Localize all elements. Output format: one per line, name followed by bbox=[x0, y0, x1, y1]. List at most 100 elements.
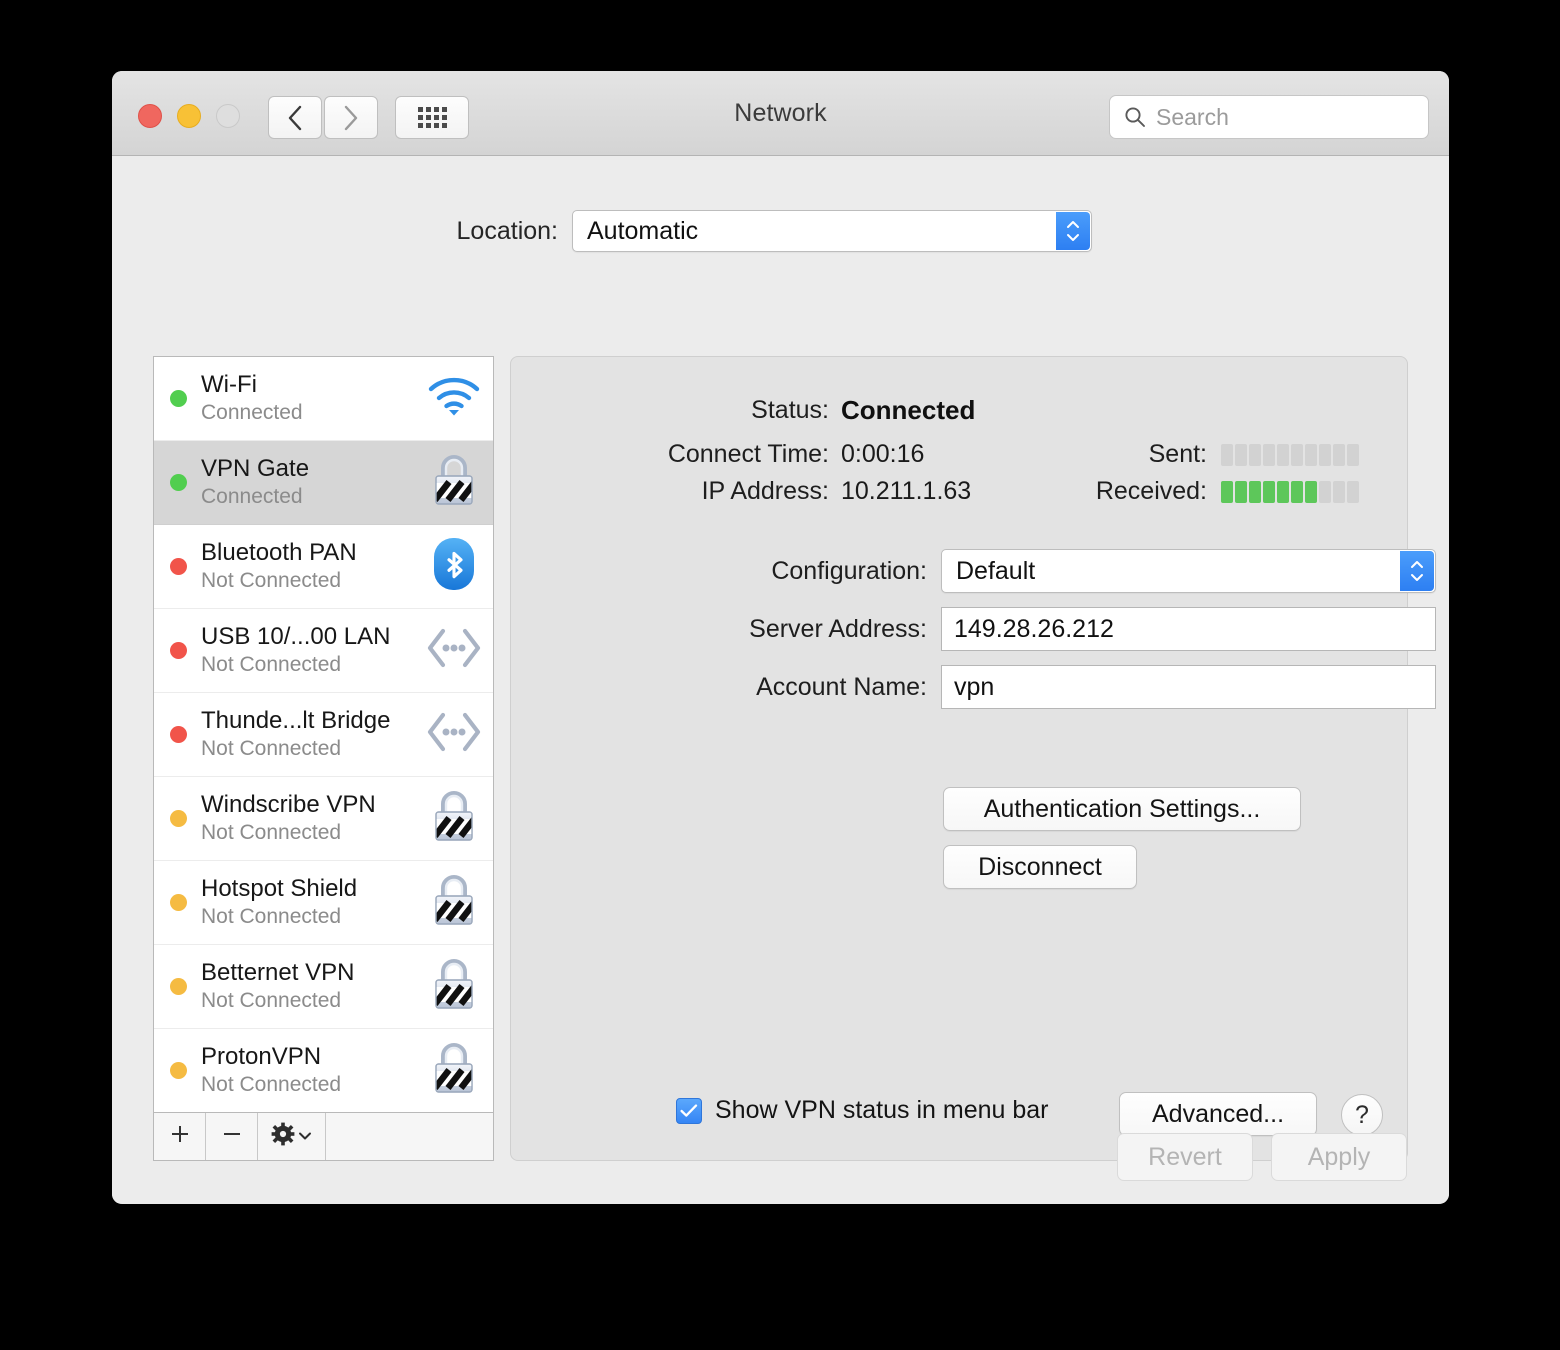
account-name-input[interactable]: vpn bbox=[941, 665, 1436, 709]
vpn-lock-icon bbox=[429, 1040, 479, 1101]
status-row: Status: Connected bbox=[511, 395, 975, 426]
service-status: Not Connected bbox=[201, 652, 427, 677]
service-name: Betternet VPN bbox=[201, 960, 427, 987]
apply-button[interactable]: Apply bbox=[1271, 1133, 1407, 1181]
configuration-popup-button[interactable]: Default bbox=[941, 549, 1436, 593]
chevron-updown-icon bbox=[1400, 551, 1434, 591]
minus-icon bbox=[221, 1123, 243, 1150]
chevron-updown-icon bbox=[1056, 212, 1090, 250]
status-indicator-dot bbox=[170, 978, 187, 995]
wifi-icon bbox=[428, 375, 480, 422]
account-name-row: Account Name: vpn bbox=[511, 665, 1436, 709]
vpn-lock-icon bbox=[429, 788, 479, 849]
meter-segment bbox=[1347, 481, 1359, 503]
detail-bottom-row: Show VPN status in menu bar Advanced... … bbox=[511, 1092, 1407, 1138]
service-labels: Thunde...lt BridgeNot Connected bbox=[201, 708, 427, 761]
service-list-item[interactable]: ProtonVPNNot Connected bbox=[154, 1029, 493, 1112]
service-status: Not Connected bbox=[201, 988, 427, 1013]
help-button[interactable]: ? bbox=[1341, 1094, 1383, 1136]
authentication-settings-button[interactable]: Authentication Settings... bbox=[943, 787, 1301, 831]
meter-segment bbox=[1291, 481, 1303, 503]
remove-service-button[interactable] bbox=[206, 1113, 258, 1160]
configuration-row: Configuration: Default bbox=[511, 549, 1436, 593]
meter-segment bbox=[1277, 444, 1289, 466]
meter-segment bbox=[1263, 444, 1275, 466]
service-status: Not Connected bbox=[201, 568, 427, 593]
service-list-item[interactable]: Bluetooth PANNot Connected bbox=[154, 525, 493, 609]
received-label: Received: bbox=[1041, 477, 1221, 506]
ip-address-label: IP Address: bbox=[511, 477, 841, 506]
meter-segment bbox=[1319, 481, 1331, 503]
service-list-item[interactable]: USB 10/...00 LANNot Connected bbox=[154, 609, 493, 693]
service-list-item[interactable]: Windscribe VPNNot Connected bbox=[154, 777, 493, 861]
service-status: Not Connected bbox=[201, 820, 427, 845]
location-popup-button[interactable]: Automatic bbox=[572, 210, 1092, 252]
service-name: ProtonVPN bbox=[201, 1044, 427, 1071]
service-icon bbox=[427, 789, 481, 849]
service-icon bbox=[427, 369, 481, 429]
sent-activity-meter bbox=[1221, 444, 1359, 466]
received-meter-row: Received: bbox=[1041, 477, 1359, 506]
service-list-item[interactable]: Wi-FiConnected bbox=[154, 357, 493, 441]
window-body: Location: Automatic Wi-FiConnected VPN Ga… bbox=[112, 156, 1449, 1203]
sidebar-toolbar bbox=[154, 1112, 493, 1160]
search-field[interactable]: Search bbox=[1109, 95, 1429, 139]
service-labels: USB 10/...00 LANNot Connected bbox=[201, 624, 427, 677]
service-icon bbox=[427, 621, 481, 681]
status-indicator-dot bbox=[170, 558, 187, 575]
status-indicator-dot bbox=[170, 1062, 187, 1079]
meter-segment bbox=[1235, 481, 1247, 503]
server-address-label: Server Address: bbox=[511, 615, 941, 644]
service-labels: Hotspot ShieldNot Connected bbox=[201, 876, 427, 929]
vpn-lock-icon bbox=[429, 452, 479, 513]
show-vpn-status-label: Show VPN status in menu bar bbox=[715, 1096, 1049, 1125]
account-name-label: Account Name: bbox=[511, 673, 941, 702]
meter-segment bbox=[1249, 481, 1261, 503]
network-services-list[interactable]: Wi-FiConnectedVPN GateConnectedBluetooth… bbox=[154, 357, 493, 1112]
server-address-input[interactable]: 149.28.26.212 bbox=[941, 607, 1436, 651]
service-icon bbox=[427, 873, 481, 933]
location-label: Location: bbox=[112, 217, 572, 246]
status-indicator-dot bbox=[170, 810, 187, 827]
service-name: VPN Gate bbox=[201, 456, 427, 483]
vpn-lock-icon bbox=[429, 872, 479, 933]
service-list-item[interactable]: VPN GateConnected bbox=[154, 441, 493, 525]
checkmark-icon bbox=[680, 1104, 698, 1118]
disconnect-button[interactable]: Disconnect bbox=[943, 845, 1137, 889]
service-labels: Betternet VPNNot Connected bbox=[201, 960, 427, 1013]
checkbox-box bbox=[676, 1098, 702, 1124]
revert-button[interactable]: Revert bbox=[1117, 1133, 1253, 1181]
service-name: Thunde...lt Bridge bbox=[201, 708, 427, 735]
service-status: Not Connected bbox=[201, 1072, 427, 1097]
show-vpn-status-checkbox[interactable]: Show VPN status in menu bar bbox=[676, 1096, 1049, 1125]
sent-label: Sent: bbox=[1041, 440, 1221, 469]
meter-segment bbox=[1221, 444, 1233, 466]
service-status: Not Connected bbox=[201, 904, 427, 929]
service-actions-button[interactable] bbox=[258, 1113, 326, 1160]
service-labels: Wi-FiConnected bbox=[201, 372, 427, 425]
meter-segment bbox=[1333, 444, 1345, 466]
service-icon bbox=[427, 537, 481, 597]
service-icon bbox=[427, 705, 481, 765]
ip-address-row: IP Address: 10.211.1.63 bbox=[511, 477, 971, 506]
service-name: Hotspot Shield bbox=[201, 876, 427, 903]
ip-address-value: 10.211.1.63 bbox=[841, 477, 971, 506]
search-icon bbox=[1124, 106, 1146, 128]
status-indicator-dot bbox=[170, 474, 187, 491]
service-list-item[interactable]: Hotspot ShieldNot Connected bbox=[154, 861, 493, 945]
service-list-item[interactable]: Thunde...lt BridgeNot Connected bbox=[154, 693, 493, 777]
meter-segment bbox=[1305, 481, 1317, 503]
advanced-button[interactable]: Advanced... bbox=[1119, 1092, 1317, 1136]
ethernet-icon bbox=[426, 626, 482, 675]
window-titlebar: Network Search bbox=[112, 71, 1449, 156]
service-name: Bluetooth PAN bbox=[201, 540, 427, 567]
service-list-item[interactable]: Betternet VPNNot Connected bbox=[154, 945, 493, 1029]
service-labels: Windscribe VPNNot Connected bbox=[201, 792, 427, 845]
connect-time-row: Connect Time: 0:00:16 bbox=[511, 440, 924, 469]
service-status: Connected bbox=[201, 484, 427, 509]
meter-segment bbox=[1277, 481, 1289, 503]
status-indicator-dot bbox=[170, 726, 187, 743]
meter-segment bbox=[1291, 444, 1303, 466]
service-icon bbox=[427, 957, 481, 1017]
add-service-button[interactable] bbox=[154, 1113, 206, 1160]
